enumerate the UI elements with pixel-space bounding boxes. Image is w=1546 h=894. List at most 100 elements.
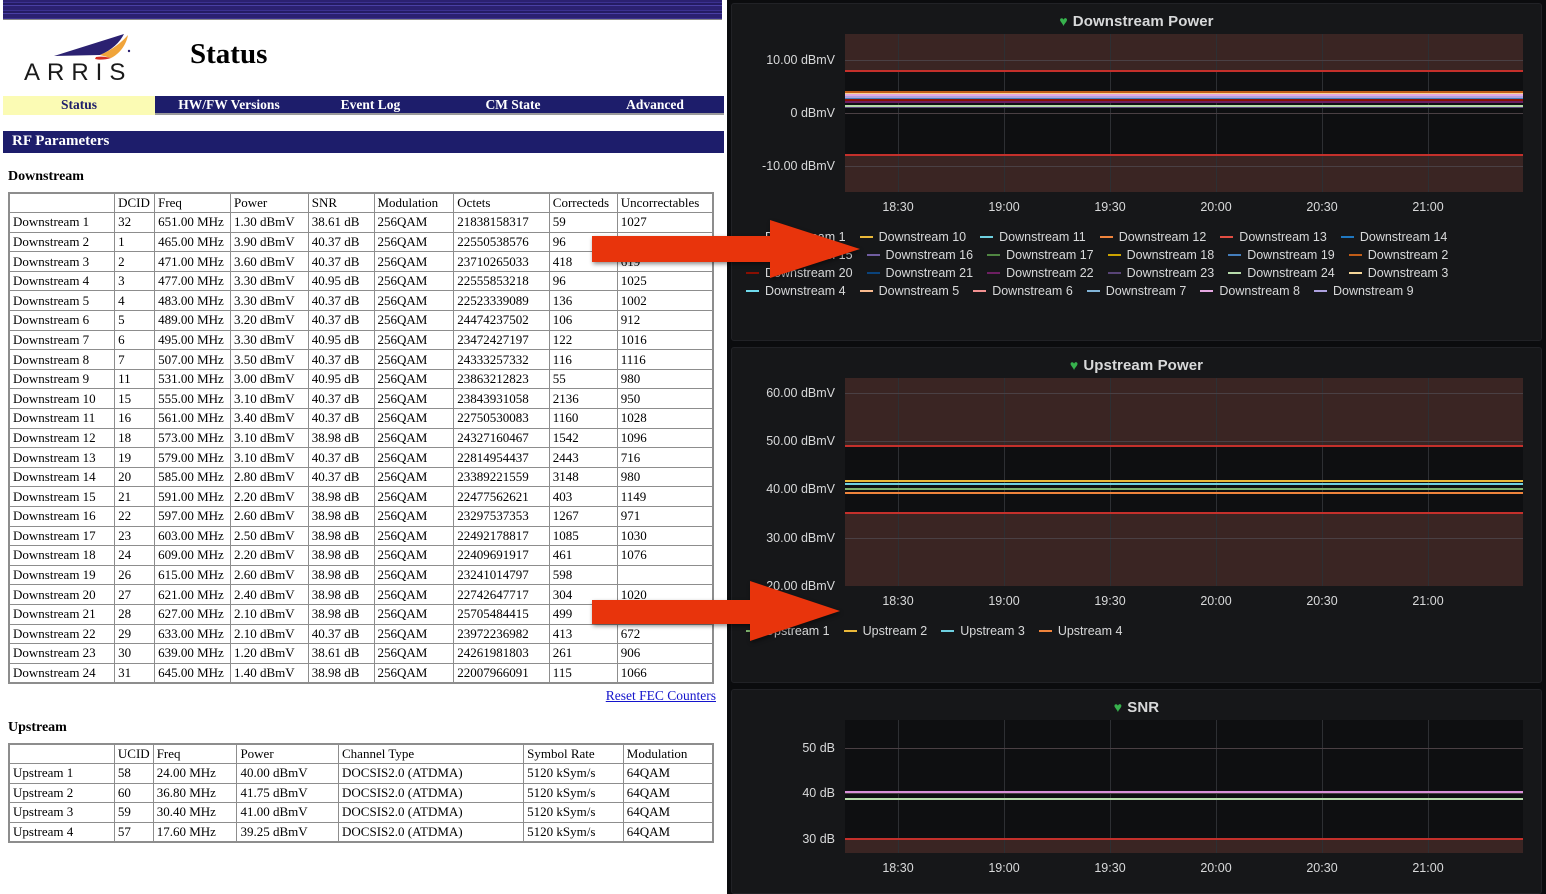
x-axis-tick-label: 19:00 bbox=[988, 200, 1019, 214]
legend-item[interactable]: Upstream 3 bbox=[941, 624, 1025, 638]
table-cell: Downstream 13 bbox=[9, 448, 115, 468]
gridline-horizontal bbox=[845, 748, 1523, 749]
table-row: Downstream 2330639.00 MHz1.20 dBmV38.61 … bbox=[9, 644, 713, 664]
table-cell: 38.98 dB bbox=[308, 526, 374, 546]
legend-item[interactable]: Downstream 12 bbox=[1100, 230, 1207, 244]
legend-item[interactable]: Downstream 17 bbox=[987, 248, 1094, 262]
table-cell: Downstream 14 bbox=[9, 467, 115, 487]
tab-cm-state[interactable]: CM State bbox=[438, 96, 588, 115]
table-cell: 256QAM bbox=[374, 624, 454, 644]
legend-item[interactable]: Downstream 24 bbox=[1228, 266, 1335, 280]
legend-item-label: Downstream 14 bbox=[1360, 230, 1448, 244]
legend-item[interactable]: Downstream 14 bbox=[1341, 230, 1448, 244]
legend-color-swatch bbox=[867, 254, 880, 256]
table-cell: DOCSIS2.0 (ATDMA) bbox=[339, 822, 524, 842]
table-cell: Downstream 18 bbox=[9, 546, 115, 566]
legend-item[interactable]: Downstream 20 bbox=[746, 266, 853, 280]
legend-item-label: Downstream 19 bbox=[1247, 248, 1335, 262]
table-cell: 304 bbox=[549, 585, 617, 605]
table-cell: 499 bbox=[549, 604, 617, 624]
legend-item[interactable]: Downstream 10 bbox=[860, 230, 967, 244]
tab-hwfw-versions[interactable]: HW/FW Versions bbox=[155, 96, 303, 115]
legend-item-label: Downstream 13 bbox=[1239, 230, 1327, 244]
legend-item[interactable]: Downstream 22 bbox=[987, 266, 1094, 280]
legend-item-label: Downstream 18 bbox=[1127, 248, 1215, 262]
legend-color-swatch bbox=[746, 236, 759, 238]
table-cell: Downstream 6 bbox=[9, 311, 115, 331]
legend-item-label: Downstream 4 bbox=[765, 284, 846, 298]
table-cell: 1028 bbox=[617, 409, 713, 429]
table-cell: 2.20 dBmV bbox=[231, 546, 309, 566]
y-axis-tick-label: 40.00 dBmV bbox=[732, 482, 835, 496]
tab-event-log[interactable]: Event Log bbox=[303, 96, 438, 115]
gridline-horizontal bbox=[845, 393, 1523, 394]
legend-item[interactable]: Upstream 1 bbox=[746, 624, 830, 638]
table-cell: Downstream 4 bbox=[9, 271, 115, 291]
legend-item[interactable]: Downstream 2 bbox=[1349, 248, 1449, 262]
table-cell: 38.98 dB bbox=[308, 507, 374, 527]
x-axis-tick-label: 20:30 bbox=[1306, 200, 1337, 214]
reset-fec-counters-link[interactable]: Reset FEC Counters bbox=[0, 688, 716, 704]
table-cell: 22409691917 bbox=[454, 546, 550, 566]
legend-color-swatch bbox=[987, 254, 1000, 256]
upstream-col-header: UCID bbox=[114, 744, 153, 764]
table-cell: 40.37 dB bbox=[308, 409, 374, 429]
table-row: Downstream 1218573.00 MHz3.10 dBmV38.98 … bbox=[9, 428, 713, 448]
table-row: Downstream 1926615.00 MHz2.60 dBmV38.98 … bbox=[9, 565, 713, 585]
x-axis-tick-label: 19:00 bbox=[988, 594, 1019, 608]
table-cell: 5120 kSym/s bbox=[524, 803, 624, 823]
threshold-zone-lower bbox=[845, 513, 1523, 586]
legend-item[interactable]: Downstream 16 bbox=[867, 248, 974, 262]
table-cell: DOCSIS2.0 (ATDMA) bbox=[339, 783, 524, 803]
table-cell: 672 bbox=[617, 624, 713, 644]
legend-item[interactable]: Downstream 9 bbox=[1314, 284, 1414, 298]
table-cell: Downstream 3 bbox=[9, 252, 115, 272]
chart-snr[interactable]: 18:3019:0019:3020:0020:3021:0050 dB40 dB… bbox=[732, 720, 1541, 885]
table-cell: 418 bbox=[549, 252, 617, 272]
tab-advanced[interactable]: Advanced bbox=[588, 96, 722, 115]
section-banner-rf-parameters: RF Parameters bbox=[3, 131, 724, 153]
chart-upstream-power[interactable]: 18:3019:0019:3020:0020:3021:0060.00 dBmV… bbox=[732, 378, 1541, 618]
legend-item[interactable]: Downstream 11 bbox=[980, 230, 1086, 244]
legend-item[interactable]: Downstream 5 bbox=[860, 284, 960, 298]
table-cell: Downstream 21 bbox=[9, 604, 115, 624]
table-cell: 573.00 MHz bbox=[155, 428, 231, 448]
legend-item[interactable]: Downstream 4 bbox=[746, 284, 846, 298]
table-cell: 23843931058 bbox=[454, 389, 550, 409]
legend-item[interactable]: Downstream 21 bbox=[867, 266, 974, 280]
panel-title-downstream-power: ♥Downstream Power bbox=[732, 4, 1541, 34]
svg-text:ARRIS: ARRIS bbox=[24, 59, 132, 86]
legend-item[interactable]: Downstream 19 bbox=[1228, 248, 1335, 262]
legend-item[interactable]: Downstream 3 bbox=[1349, 266, 1449, 280]
legend-item[interactable]: Downstream 18 bbox=[1108, 248, 1215, 262]
table-cell: 32 bbox=[115, 213, 155, 233]
legend-item[interactable]: Upstream 2 bbox=[844, 624, 928, 638]
legend-item[interactable]: Upstream 4 bbox=[1039, 624, 1123, 638]
legend-color-swatch bbox=[987, 272, 1000, 274]
table-cell: 2.50 dBmV bbox=[231, 526, 309, 546]
table-cell: 906 bbox=[617, 644, 713, 664]
legend-color-swatch bbox=[980, 236, 993, 238]
legend-item[interactable]: Downstream 7 bbox=[1087, 284, 1187, 298]
chart-downstream-power[interactable]: 18:3019:0019:3020:0020:3021:0010.00 dBmV… bbox=[732, 34, 1541, 224]
legend-item[interactable]: Downstream 8 bbox=[1200, 284, 1300, 298]
legend-item[interactable]: Downstream 6 bbox=[973, 284, 1073, 298]
tab-status[interactable]: Status bbox=[3, 96, 155, 115]
table-cell: 645.00 MHz bbox=[155, 663, 231, 683]
legend-item[interactable]: Downstream 1 bbox=[746, 230, 846, 244]
legend-item[interactable]: Downstream 15 bbox=[746, 248, 853, 262]
legend-item-label: Upstream 2 bbox=[863, 624, 928, 638]
legend-item[interactable]: Downstream 23 bbox=[1108, 266, 1215, 280]
legend-item-label: Upstream 3 bbox=[960, 624, 1025, 638]
table-cell: 256QAM bbox=[374, 232, 454, 252]
table-cell: 1018 bbox=[617, 232, 713, 252]
gridline-vertical bbox=[1322, 720, 1323, 853]
table-cell: 1020 bbox=[617, 585, 713, 605]
table-cell: 598 bbox=[549, 565, 617, 585]
panel-title-upstream-power: ♥Upstream Power bbox=[732, 348, 1541, 378]
upstream-col-header: Symbol Rate bbox=[524, 744, 624, 764]
table-cell: 64QAM bbox=[623, 763, 713, 783]
series-line bbox=[845, 488, 1523, 490]
table-cell: 22814954437 bbox=[454, 448, 550, 468]
legend-item[interactable]: Downstream 13 bbox=[1220, 230, 1327, 244]
